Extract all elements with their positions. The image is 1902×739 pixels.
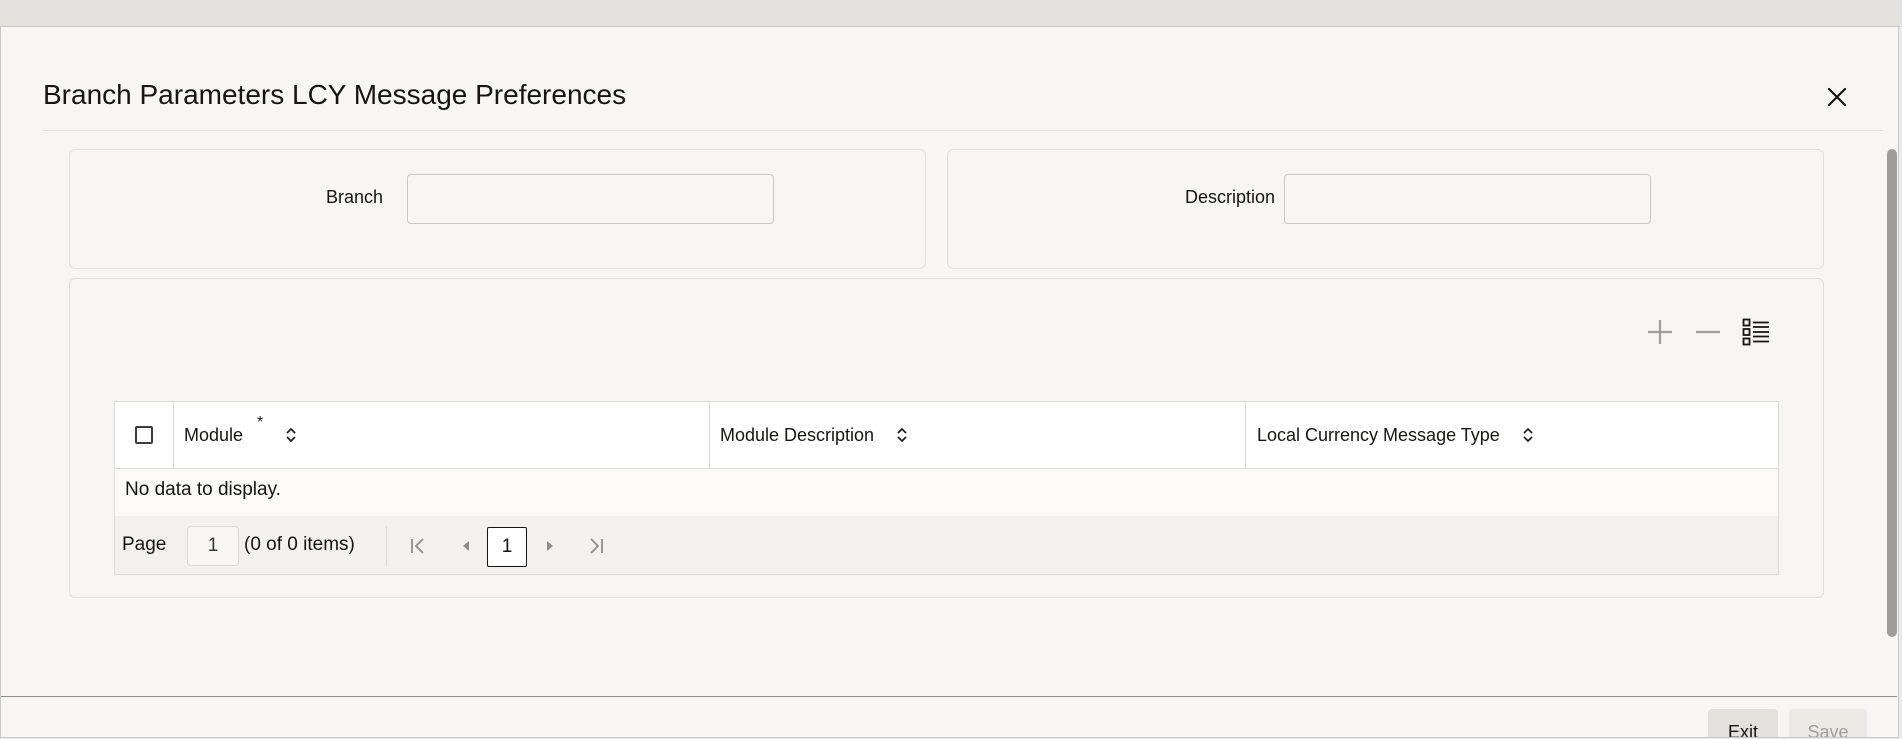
sort-icon[interactable] — [896, 426, 908, 444]
required-indicator: * — [257, 414, 264, 431]
branch-input[interactable] — [407, 174, 774, 224]
description-label: Description — [1184, 187, 1275, 207]
next-page-button[interactable] — [534, 530, 566, 562]
table-header: Module * Module Description Local Curren… — [115, 402, 1778, 469]
branch-label: Branch — [325, 187, 383, 207]
column-label-module: Module — [184, 424, 244, 445]
background-window-strip — [0, 0, 1902, 27]
remove-row-button[interactable] — [1690, 314, 1726, 350]
sort-icon[interactable] — [285, 426, 297, 444]
last-page-icon — [590, 538, 603, 554]
footer-divider — [1, 696, 1897, 697]
column-header-local-currency-message-type[interactable]: Local Currency Message Type — [1245, 402, 1778, 468]
empty-table-message: No data to display. — [125, 479, 281, 500]
pagination-divider — [386, 526, 387, 566]
add-row-button[interactable] — [1642, 314, 1678, 350]
select-all-cell — [115, 402, 173, 468]
save-button[interactable]: Save — [1789, 709, 1867, 737]
dialog: Branch Parameters LCY Message Preference… — [0, 26, 1899, 738]
sort-icon[interactable] — [1522, 426, 1534, 444]
close-icon — [1827, 87, 1847, 107]
pagination-bar: Page (0 of 0 items) 1 — [115, 516, 1778, 574]
exit-button[interactable]: Exit — [1708, 709, 1778, 737]
page-number-input[interactable] — [187, 526, 239, 566]
page-label: Page — [122, 534, 167, 555]
items-summary: (0 of 0 items) — [244, 534, 355, 555]
first-page-icon — [411, 538, 424, 554]
previous-page-button[interactable] — [450, 530, 482, 562]
dialog-title: Branch Parameters LCY Message Preference… — [43, 79, 627, 110]
branch-panel: Branch — [69, 149, 926, 269]
select-all-checkbox[interactable] — [135, 426, 153, 444]
column-header-module[interactable]: Module * — [173, 402, 709, 468]
current-page-indicator[interactable]: 1 — [487, 527, 527, 567]
last-page-button[interactable] — [580, 530, 612, 562]
title-divider — [43, 130, 1883, 131]
description-input[interactable] — [1284, 174, 1651, 224]
first-page-button[interactable] — [402, 530, 434, 562]
description-panel: Description — [947, 149, 1824, 269]
previous-page-icon — [463, 541, 469, 551]
column-label-module-description: Module Description — [720, 424, 875, 445]
add-icon — [1648, 320, 1672, 344]
list-view-icon — [1742, 318, 1769, 346]
list-view-button[interactable] — [1738, 314, 1774, 350]
next-page-icon — [547, 541, 553, 551]
column-label-local-currency-message-type: Local Currency Message Type — [1257, 424, 1500, 445]
column-header-module-description[interactable]: Module Description — [709, 402, 1245, 468]
vertical-scrollbar[interactable] — [1887, 149, 1897, 637]
remove-icon — [1696, 330, 1720, 334]
module-table: Module * Module Description Local Curren… — [114, 401, 1779, 575]
close-button[interactable] — [1819, 79, 1855, 115]
